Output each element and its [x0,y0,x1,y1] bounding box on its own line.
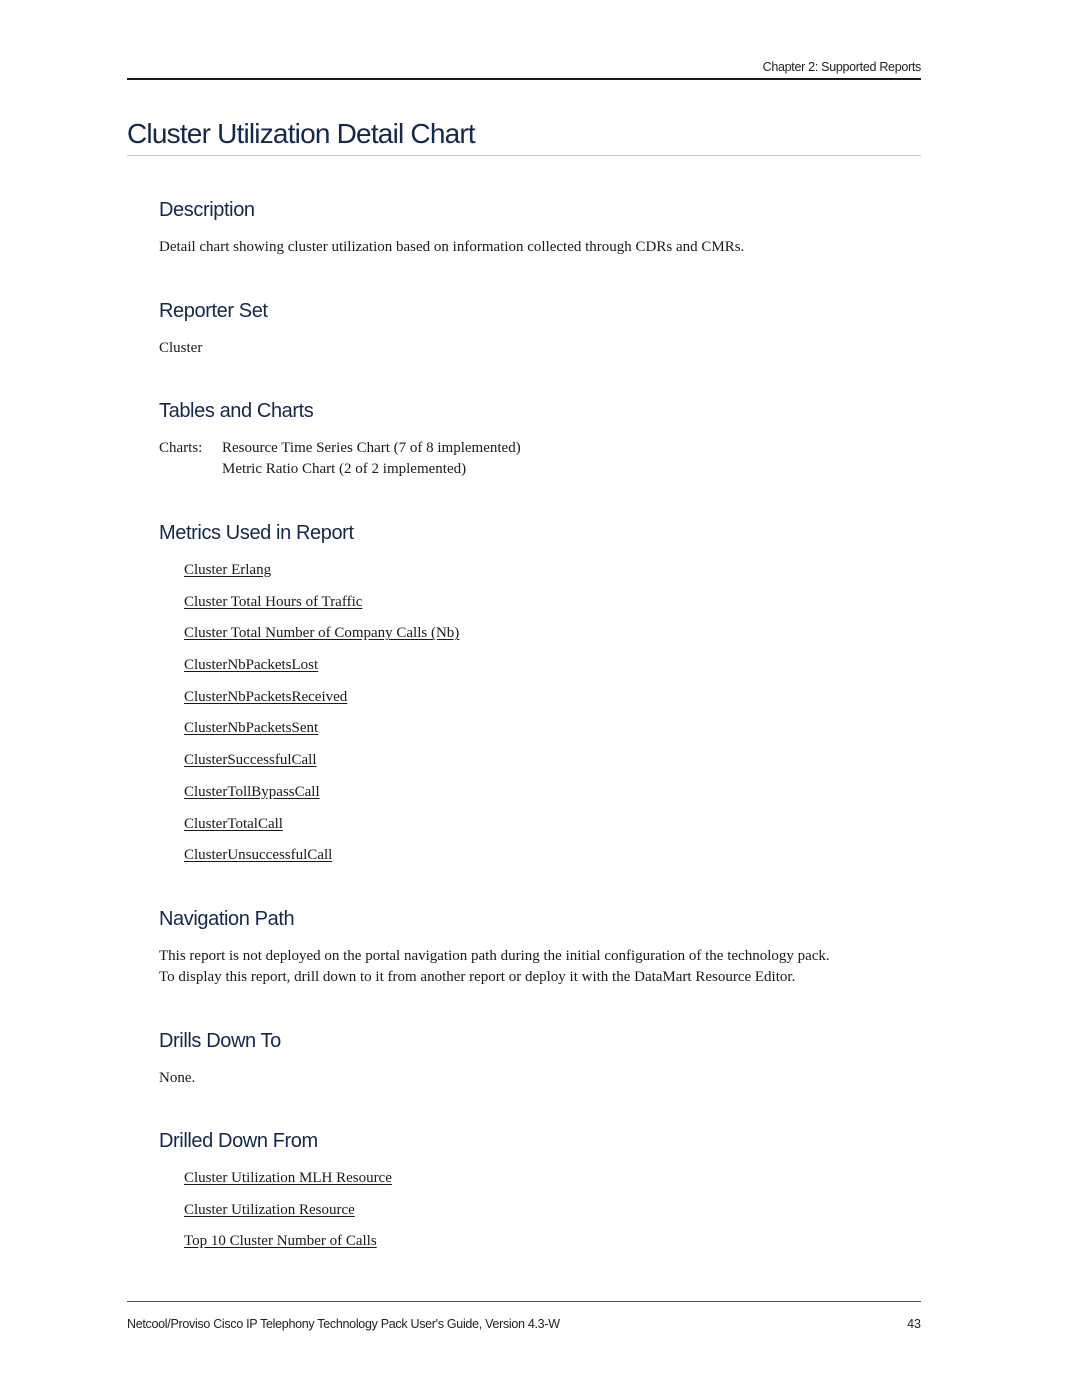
metrics-link-list: Cluster Erlang Cluster Total Hours of Tr… [184,560,459,877]
title-rule [127,155,921,156]
metric-link-cluster-total-number-of-company-calls[interactable]: Cluster Total Number of Company Calls (N… [184,625,459,641]
list-item: Cluster Erlang [184,560,459,592]
section-heading-tables-and-charts: Tables and Charts [159,400,314,422]
running-header-chapter: Chapter 2: Supported Reports [762,60,922,74]
metric-link-cluster-total-call[interactable]: ClusterTotalCall [184,816,283,832]
header-rule [127,78,921,80]
metric-link-cluster-successful-call[interactable]: ClusterSuccessfulCall [184,752,316,768]
metric-link-cluster-nb-packets-received[interactable]: ClusterNbPacketsReceived [184,689,347,705]
metric-link-cluster-nb-packets-sent[interactable]: ClusterNbPacketsSent [184,720,318,736]
metric-link-cluster-nb-packets-lost[interactable]: ClusterNbPacketsLost [184,657,318,673]
list-item: ClusterTollBypassCall [184,782,459,814]
list-item: ClusterTotalCall [184,814,459,846]
list-item: ClusterSuccessfulCall [184,750,459,782]
metric-link-cluster-erlang[interactable]: Cluster Erlang [184,562,271,578]
list-item: Cluster Utilization MLH Resource [184,1168,392,1200]
footer-guide-title: Netcool/Proviso Cisco IP Telephony Techn… [127,1317,560,1331]
list-item: ClusterNbPacketsReceived [184,687,459,719]
page-title: Cluster Utilization Detail Chart [127,118,476,149]
list-item: Top 10 Cluster Number of Calls [184,1231,392,1263]
section-heading-navigation-path: Navigation Path [159,908,295,930]
report-link-cluster-utilization-resource[interactable]: Cluster Utilization Resource [184,1202,355,1218]
metric-link-cluster-total-hours-of-traffic[interactable]: Cluster Total Hours of Traffic [184,594,362,610]
report-link-cluster-utilization-mlh-resource[interactable]: Cluster Utilization MLH Resource [184,1170,392,1186]
metric-link-cluster-unsuccessful-call[interactable]: ClusterUnsuccessfulCall [184,847,332,863]
section-heading-description: Description [159,199,255,221]
navigation-path-line-2: To display this report, drill down to it… [159,969,796,985]
drilled-down-from-link-list: Cluster Utilization MLH Resource Cluster… [184,1168,392,1263]
navigation-path-line-1: This report is not deployed on the porta… [159,948,830,964]
list-item: Cluster Total Number of Company Calls (N… [184,623,459,655]
charts-list: Resource Time Series Chart (7 of 8 imple… [222,438,521,480]
page-number: 43 [907,1317,921,1331]
section-heading-drills-down-to: Drills Down To [159,1030,281,1052]
list-item: Cluster Total Hours of Traffic [184,592,459,624]
description-text: Detail chart showing cluster utilization… [159,239,745,255]
metric-link-cluster-toll-bypass-call[interactable]: ClusterTollBypassCall [184,784,320,800]
chart-item: Metric Ratio Chart (2 of 2 implemented) [222,461,467,477]
footer-rule [127,1301,921,1302]
reporter-set-text: Cluster [159,340,203,356]
section-heading-drilled-down-from: Drilled Down From [159,1130,318,1152]
drills-down-to-text: None. [159,1070,196,1086]
charts-label: Charts: [159,440,203,456]
list-item: Cluster Utilization Resource [184,1200,392,1232]
list-item: ClusterNbPacketsLost [184,655,459,687]
chart-item: Resource Time Series Chart (7 of 8 imple… [222,440,521,456]
section-heading-metrics: Metrics Used in Report [159,522,354,544]
section-heading-reporter-set: Reporter Set [159,300,268,322]
list-item: ClusterNbPacketsSent [184,718,459,750]
list-item: ClusterUnsuccessfulCall [184,845,459,877]
report-link-top-10-cluster-number-of-calls[interactable]: Top 10 Cluster Number of Calls [184,1233,377,1249]
